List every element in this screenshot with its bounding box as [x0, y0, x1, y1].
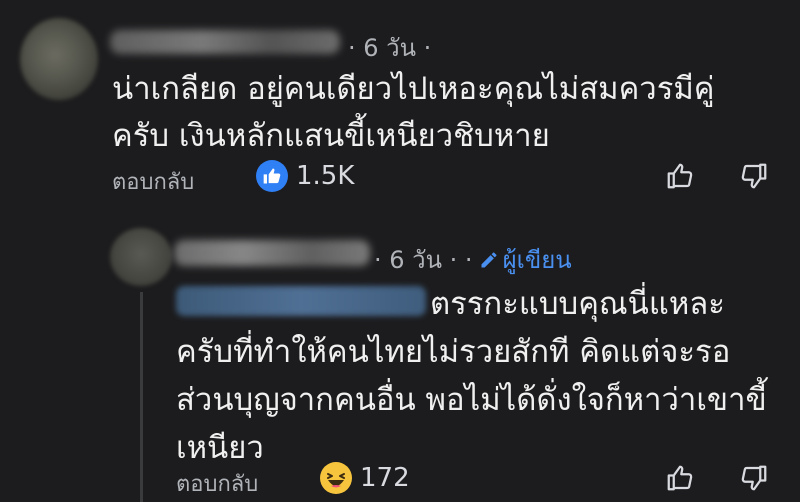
- reply-button[interactable]: ตอบกลับ: [176, 466, 258, 501]
- downvote-icon[interactable]: [738, 160, 770, 192]
- upvote-icon[interactable]: [664, 160, 696, 192]
- reply-meta: · 6 วัน · · ผู้เขียน: [374, 240, 572, 279]
- upvote-icon[interactable]: [664, 462, 696, 494]
- comment-timestamp: · 6 วัน ·: [348, 34, 432, 62]
- reply-timestamp: · 6 วัน · ·: [374, 246, 473, 274]
- reply-text-line: ครับที่ทำให้คนไทยไม่รวยสักที คิดแต่จะรอ: [176, 334, 731, 370]
- author-avatar[interactable]: [110, 228, 172, 286]
- reply-button[interactable]: ตอบกลับ: [112, 164, 194, 199]
- reply-actions: ตอบกลับ 172: [176, 460, 792, 500]
- avatar[interactable]: [20, 18, 98, 100]
- reaction-count: 1.5K: [296, 161, 355, 191]
- comment-text: น่าเกลียด อยู่คนเดียวไปเหอะคุณไม่สมควรมี…: [112, 66, 792, 160]
- reply-text-line: ส่วนบุญจากคนอื่น พอไม่ได้ดั่งใจก็หาว่าเข…: [176, 382, 767, 418]
- reaction-summary[interactable]: 1.5K: [256, 160, 354, 192]
- reaction-summary[interactable]: 172: [320, 462, 410, 494]
- haha-reaction-icon: [320, 462, 352, 494]
- comment-actions: ตอบกลับ 1.5K: [112, 158, 792, 198]
- author-name-blurred[interactable]: [174, 240, 370, 266]
- like-reaction-icon: [256, 160, 288, 192]
- comment-text-line: น่าเกลียด อยู่คนเดียวไปเหอะคุณไม่สมควรมี…: [112, 71, 715, 107]
- comment-text-line: ครับ เงินหลักแสนขี้เหนียวชิบหาย: [112, 118, 550, 154]
- comment-thread: · 6 วัน · น่าเกลียด อยู่คนเดียวไปเหอะคุณ…: [0, 0, 800, 502]
- reaction-count: 172: [360, 463, 410, 493]
- pencil-icon: [481, 252, 497, 267]
- author-badge: ผู้เขียน: [479, 240, 572, 279]
- commenter-name-blurred[interactable]: [110, 30, 340, 54]
- author-badge-label: ผู้เขียน: [502, 246, 572, 274]
- reply-text-line: ตรรกะแบบคุณนี่แหละ: [430, 286, 725, 322]
- reply-text: ตรรกะแบบคุณนี่แหละ ครับที่ทำให้คนไทยไม่ร…: [176, 280, 776, 472]
- downvote-icon[interactable]: [738, 462, 770, 494]
- thread-connector-line: [140, 292, 143, 502]
